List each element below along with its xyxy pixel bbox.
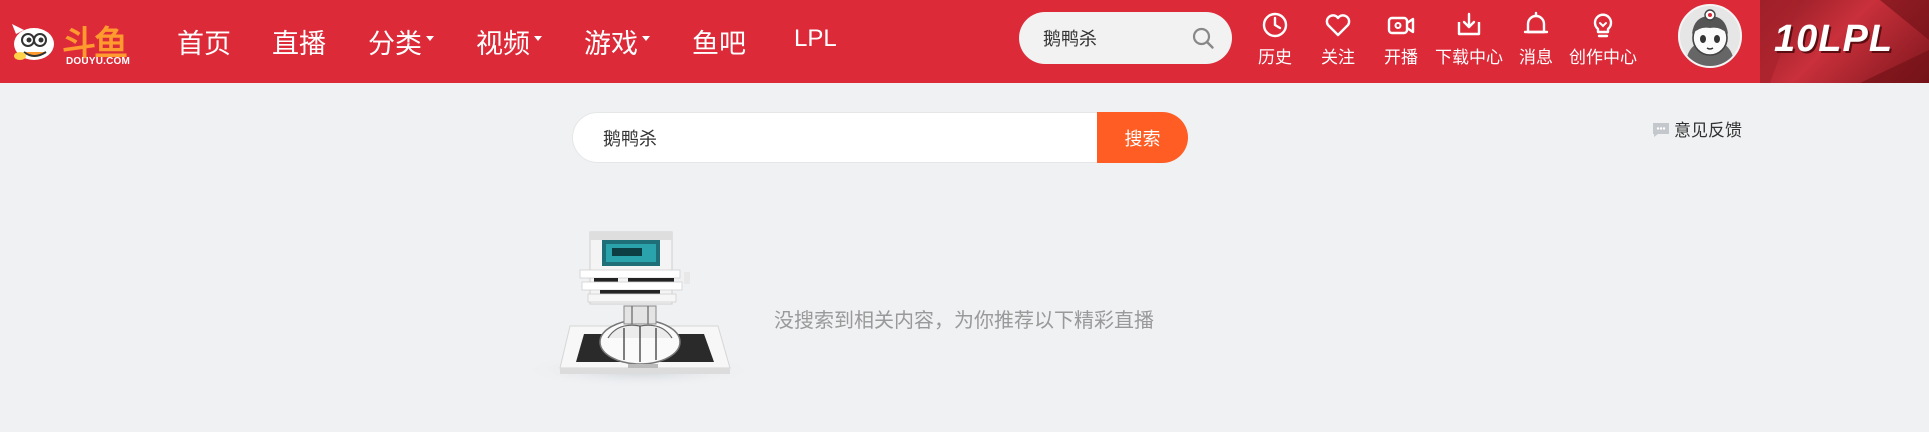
lightbulb-icon bbox=[1593, 13, 1613, 38]
nav-item-video[interactable]: 视频 bbox=[476, 22, 542, 61]
bell-icon bbox=[1523, 11, 1549, 34]
search-icon[interactable] bbox=[1191, 26, 1215, 50]
avatar-image bbox=[1680, 6, 1740, 66]
nav-item-label: 视频 bbox=[476, 29, 530, 60]
nav-item-label: LPL bbox=[794, 25, 837, 52]
download-center-button[interactable]: 下载中心 bbox=[1433, 10, 1505, 68]
download-icon bbox=[1457, 12, 1481, 36]
messages-button[interactable]: 消息 bbox=[1516, 10, 1556, 68]
start-broadcast-button[interactable]: 开播 bbox=[1381, 10, 1421, 68]
fish-mascot-icon bbox=[12, 24, 54, 60]
nav-item-label: 鱼吧 bbox=[692, 29, 746, 60]
clock-icon bbox=[1262, 12, 1288, 38]
follow-button[interactable]: 关注 bbox=[1318, 10, 1358, 68]
creator-center-label: 创作中心 bbox=[1569, 48, 1637, 68]
nav-item-home[interactable]: 首页 bbox=[177, 22, 231, 61]
message-icon bbox=[1653, 123, 1669, 137]
caret-down-icon bbox=[642, 36, 650, 41]
empty-robot-illustration bbox=[521, 231, 757, 388]
history-button[interactable]: 历史 bbox=[1255, 10, 1295, 68]
start-broadcast-label: 开播 bbox=[1384, 48, 1418, 68]
caret-down-icon bbox=[534, 36, 542, 41]
logo-domain: DOUYU.COM bbox=[66, 56, 131, 67]
history-label: 历史 bbox=[1258, 48, 1292, 68]
user-avatar[interactable] bbox=[1678, 4, 1742, 68]
creator-center-button[interactable]: 创作中心 bbox=[1567, 10, 1639, 68]
main-search-input[interactable] bbox=[572, 112, 1100, 163]
nav-item-label: 首页 bbox=[177, 29, 231, 60]
lpl-promo-banner[interactable]: 10LPL bbox=[1760, 0, 1929, 83]
header-search-input[interactable] bbox=[1043, 24, 1183, 52]
nav-item-label: 游戏 bbox=[584, 29, 638, 60]
feedback-label: 意见反馈 bbox=[1674, 121, 1742, 141]
nav-item-games[interactable]: 游戏 bbox=[584, 22, 650, 61]
follow-label: 关注 bbox=[1321, 48, 1355, 68]
search-button[interactable]: 搜索 bbox=[1097, 112, 1188, 163]
video-camera-icon bbox=[1387, 16, 1415, 35]
messages-label: 消息 bbox=[1519, 48, 1553, 68]
main-search-bar: 搜索 bbox=[572, 112, 1188, 163]
douyu-logo[interactable]: 斗鱼 DOUYU.COM bbox=[10, 14, 130, 70]
nav-item-lpl[interactable]: LPL bbox=[794, 25, 837, 53]
nav-item-label: 分类 bbox=[368, 29, 422, 60]
banner-text: 10LPL bbox=[1774, 18, 1894, 60]
heart-icon bbox=[1325, 14, 1351, 37]
nav-item-category[interactable]: 分类 bbox=[368, 22, 434, 61]
nav-item-label: 直播 bbox=[272, 29, 326, 60]
nav-item-yuba[interactable]: 鱼吧 bbox=[692, 22, 746, 61]
nav-item-live[interactable]: 直播 bbox=[272, 22, 326, 61]
empty-state-message: 没搜索到相关内容，为你推荐以下精彩直播 bbox=[774, 308, 1154, 332]
caret-down-icon bbox=[426, 36, 434, 41]
download-center-label: 下载中心 bbox=[1435, 48, 1503, 68]
header-search-box bbox=[1019, 12, 1232, 64]
top-navbar: 斗鱼 DOUYU.COM 首页 直播 分类 视频 游戏 鱼吧 LPL 鹅鸭杀 历… bbox=[0, 0, 1929, 83]
feedback-link[interactable]: 意见反馈 bbox=[1652, 116, 1742, 141]
